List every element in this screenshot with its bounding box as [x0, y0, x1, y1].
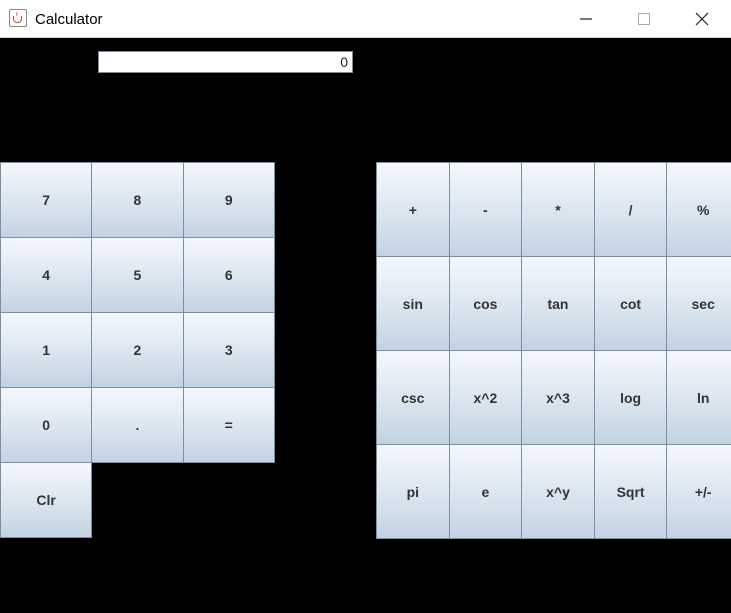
number-pad-key[interactable]: 3: [182, 312, 275, 388]
number-pad-key[interactable]: 2: [91, 312, 184, 388]
java-app-icon: [9, 9, 27, 27]
number-pad-key[interactable]: 4: [0, 237, 93, 313]
function-key[interactable]: cos: [448, 256, 523, 351]
number-pad-key[interactable]: 7: [0, 162, 93, 238]
function-key[interactable]: pi: [376, 444, 450, 539]
maximize-icon: [638, 13, 650, 25]
function-key[interactable]: ln: [666, 350, 731, 445]
function-key[interactable]: x^3: [521, 350, 595, 445]
maximize-button[interactable]: [615, 0, 673, 37]
function-key[interactable]: Sqrt: [593, 444, 668, 539]
function-key[interactable]: sin: [376, 256, 450, 351]
number-pad-key[interactable]: 6: [182, 237, 275, 313]
function-key[interactable]: /: [593, 162, 668, 257]
minimize-icon: [580, 18, 592, 20]
number-pad-key[interactable]: 8: [91, 162, 184, 238]
function-key[interactable]: %: [666, 162, 731, 257]
close-icon: [695, 12, 709, 26]
function-key[interactable]: tan: [521, 256, 595, 351]
function-key[interactable]: x^y: [521, 444, 595, 539]
function-key[interactable]: log: [593, 350, 668, 445]
calculator-display[interactable]: 0: [98, 51, 353, 73]
minimize-button[interactable]: [557, 0, 615, 37]
number-pad-key[interactable]: 0: [0, 387, 93, 463]
function-key[interactable]: -: [448, 162, 523, 257]
number-pad-key[interactable]: 5: [91, 237, 184, 313]
number-pad-key[interactable]: =: [182, 387, 275, 463]
number-pad-key[interactable]: 9: [182, 162, 275, 238]
number-pad-key[interactable]: .: [91, 387, 184, 463]
number-pad-key[interactable]: Clr: [0, 462, 93, 538]
window-title: Calculator: [35, 11, 103, 28]
function-key[interactable]: e: [448, 444, 523, 539]
function-key[interactable]: *: [521, 162, 595, 257]
function-key[interactable]: +/-: [666, 444, 731, 539]
title-bar: Calculator: [0, 0, 731, 38]
close-button[interactable]: [673, 0, 731, 37]
function-key[interactable]: x^2: [448, 350, 523, 445]
function-key[interactable]: sec: [666, 256, 731, 351]
number-pad-key[interactable]: 1: [0, 312, 93, 388]
function-key[interactable]: csc: [376, 350, 450, 445]
function-key[interactable]: cot: [593, 256, 668, 351]
function-key[interactable]: +: [376, 162, 450, 257]
